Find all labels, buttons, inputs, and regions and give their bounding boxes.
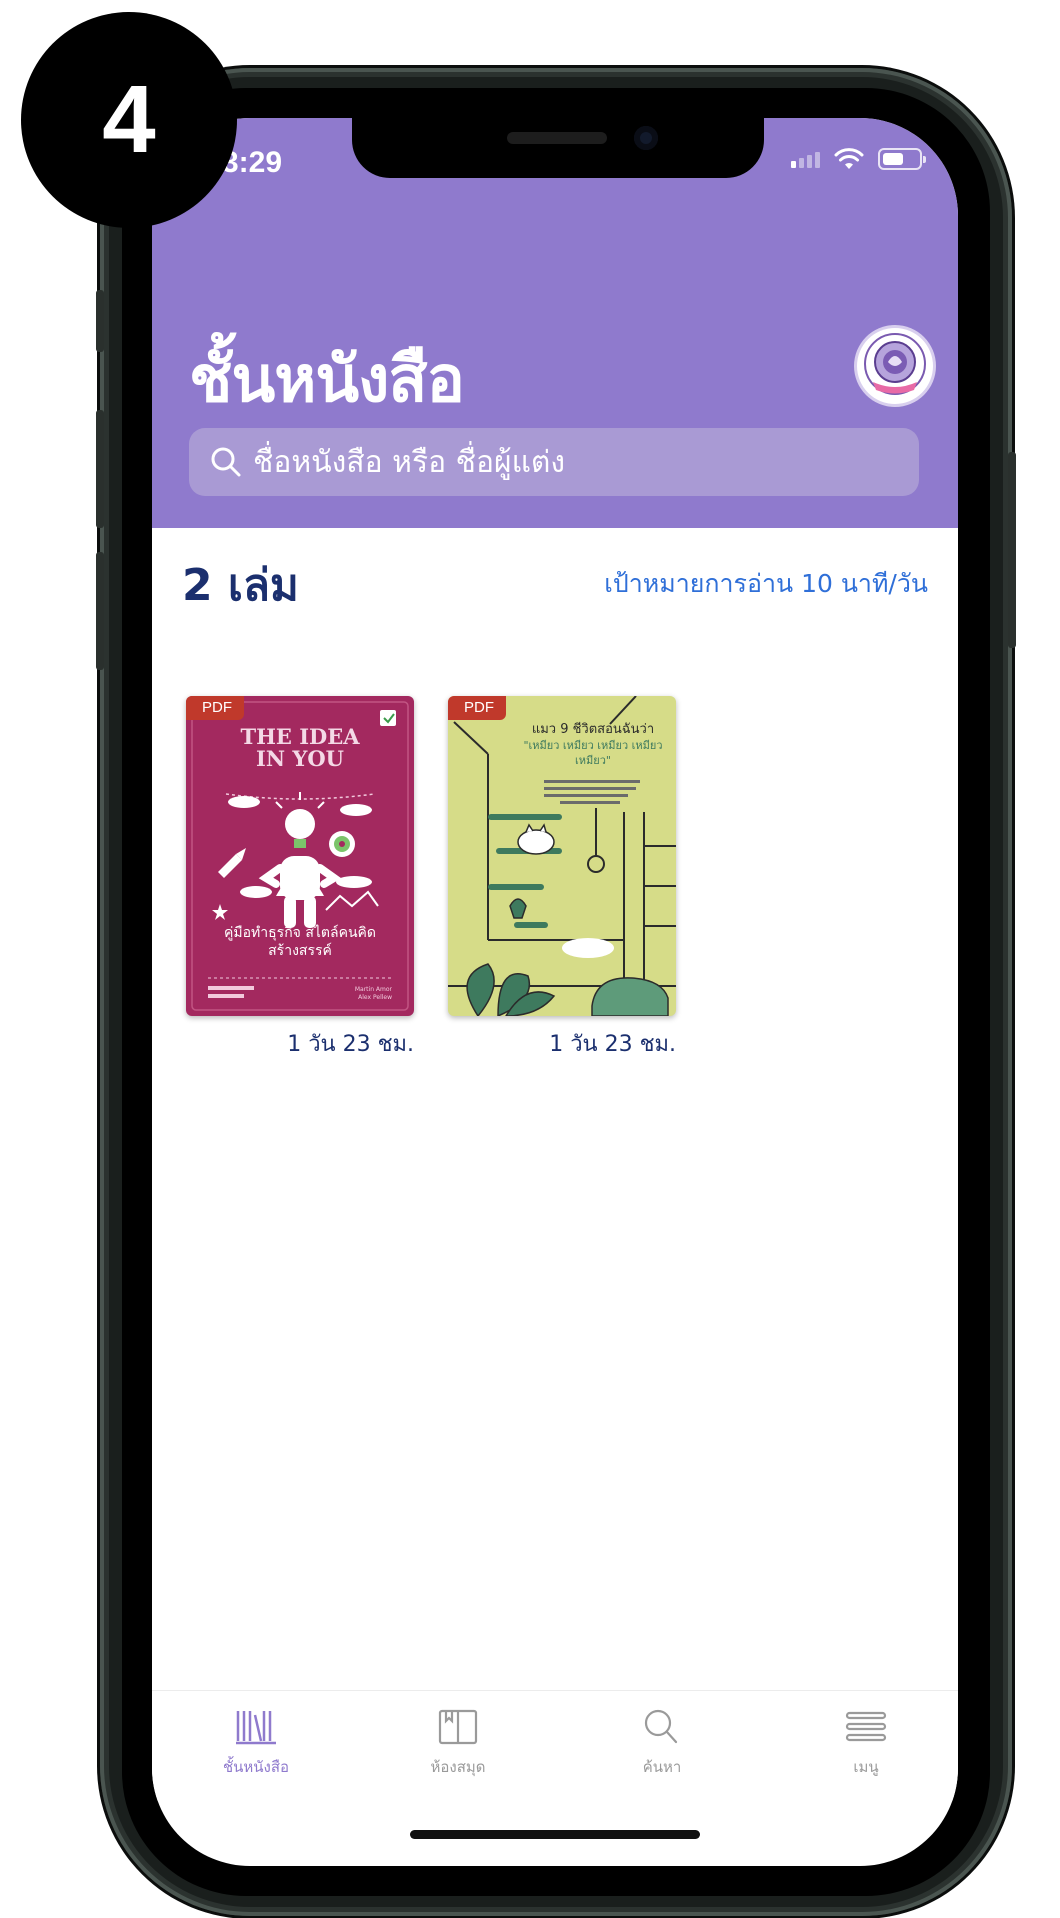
speaker-grille (507, 132, 607, 144)
tab-label: ชั้นหนังสือ (222, 1758, 290, 1776)
status-icons (791, 148, 926, 170)
library-seal-icon (864, 333, 926, 395)
book-item[interactable]: PDF (448, 696, 676, 1061)
app-screen: 3:29 ชั้นหนังสือ ชื่อหนังสือ หรือ ชื่อผู… (152, 118, 958, 1866)
tab-bookshelf[interactable]: ชั้นหนังสือ (176, 1707, 336, 1779)
bookshelf-icon (236, 1711, 276, 1745)
page-title: ชั้นหนังสือ (189, 343, 465, 417)
book-time-remaining: 1 วัน 23 ชม. (287, 1032, 414, 1057)
front-camera (634, 126, 658, 150)
tab-library[interactable]: ห้องสมุด (378, 1707, 538, 1779)
cover-title: แมว 9 ชีวิตสอนฉันว่า (531, 722, 655, 737)
book-count: 2 เล่ม (182, 560, 299, 611)
home-indicator[interactable] (410, 1830, 700, 1839)
wifi-icon (834, 148, 864, 169)
notch (352, 118, 764, 178)
pdf-badge: PDF (186, 696, 244, 720)
reading-goal-link[interactable]: เป้าหมายการอ่าน 10 นาที/วัน (604, 564, 928, 604)
cover-authors: Martin Amor Alex Pellew (354, 986, 392, 1001)
pdf-badge: PDF (448, 696, 506, 720)
search-input[interactable]: ชื่อหนังสือ หรือ ชื่อผู้แต่ง (189, 428, 919, 496)
book-time-remaining: 1 วัน 23 ชม. (549, 1032, 676, 1057)
step-number-badge: 4 (21, 12, 237, 228)
cellular-signal-icon (791, 150, 820, 168)
app-header: 3:29 ชั้นหนังสือ ชื่อหนังสือ หรือ ชื่อผู… (152, 118, 958, 528)
tab-search[interactable]: ค้นหา (582, 1707, 742, 1779)
volume-down-button (96, 552, 104, 670)
tab-label: ค้นหา (642, 1758, 682, 1776)
power-button (1008, 452, 1016, 648)
profile-avatar[interactable] (857, 328, 933, 404)
menu-icon (845, 1711, 887, 1742)
search-icon (203, 439, 249, 485)
tab-menu[interactable]: เมนู (786, 1707, 946, 1779)
volume-up-button (96, 410, 104, 528)
tab-label: เมนู (853, 1758, 879, 1776)
bottom-tab-bar: ชั้นหนังสือ ห้องสมุด ค้นหา เมนู (152, 1690, 958, 1801)
book-item[interactable]: PDF (186, 696, 414, 1061)
book-cover[interactable]: PDF (448, 696, 676, 1016)
battery-icon (878, 148, 926, 170)
cover-subtitle: "เหมียว เหมียว เหมียว เหมียว เหมียว" (523, 739, 663, 767)
search-icon (644, 1709, 678, 1744)
cover-title: THE IDEA IN YOU (240, 724, 360, 771)
search-placeholder: ชื่อหนังสือ หรือ ชื่อผู้แต่ง (253, 444, 566, 480)
book-cover[interactable]: PDF (186, 696, 414, 1016)
silent-switch (96, 290, 104, 352)
tab-label: ห้องสมุด (430, 1758, 486, 1776)
cover-subtitle: คู่มือทำธุรกิจ สไตล์คนคิดสร้างสรรค์ (224, 925, 376, 959)
library-book-icon (438, 1709, 478, 1745)
